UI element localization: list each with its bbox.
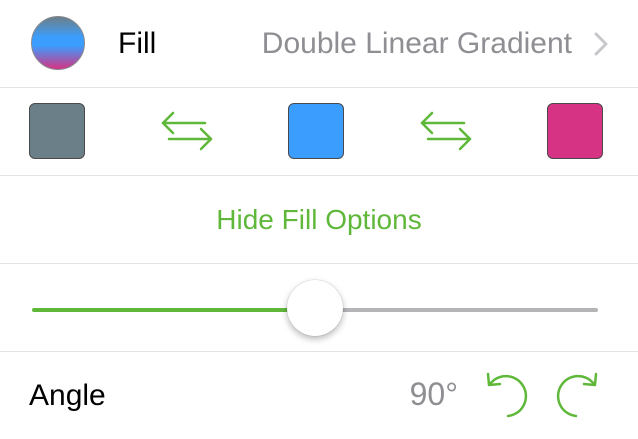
color-stops-row xyxy=(0,88,638,176)
color-stop-end[interactable] xyxy=(547,103,603,159)
angle-row: Angle 90° xyxy=(0,352,638,439)
swap-arrows-icon[interactable] xyxy=(159,106,215,156)
angle-label: Angle xyxy=(29,379,106,412)
color-stop-start[interactable] xyxy=(29,103,85,159)
fill-type-value: Double Linear Gradient xyxy=(261,27,572,60)
rotate-clockwise-icon[interactable] xyxy=(550,370,602,422)
fill-row[interactable]: Fill Double Linear Gradient xyxy=(0,0,638,88)
gradient-position-slider[interactable] xyxy=(0,264,638,352)
fill-preview-swatch xyxy=(31,16,85,70)
fill-label: Fill xyxy=(118,27,157,60)
slider-track-filled xyxy=(32,308,315,312)
slider-track xyxy=(315,308,598,312)
angle-value: 90° xyxy=(409,376,458,412)
hide-fill-options-button[interactable]: Hide Fill Options xyxy=(0,200,638,240)
slider-thumb[interactable] xyxy=(287,280,343,336)
rotate-counterclockwise-icon[interactable] xyxy=(482,370,534,422)
swap-arrows-icon[interactable] xyxy=(418,106,474,156)
chevron-right-icon xyxy=(594,32,608,56)
fill-options-panel: Fill Double Linear Gradient Hide Fill Op… xyxy=(0,0,638,439)
hide-options-row: Hide Fill Options xyxy=(0,176,638,264)
color-stop-middle[interactable] xyxy=(288,103,344,159)
